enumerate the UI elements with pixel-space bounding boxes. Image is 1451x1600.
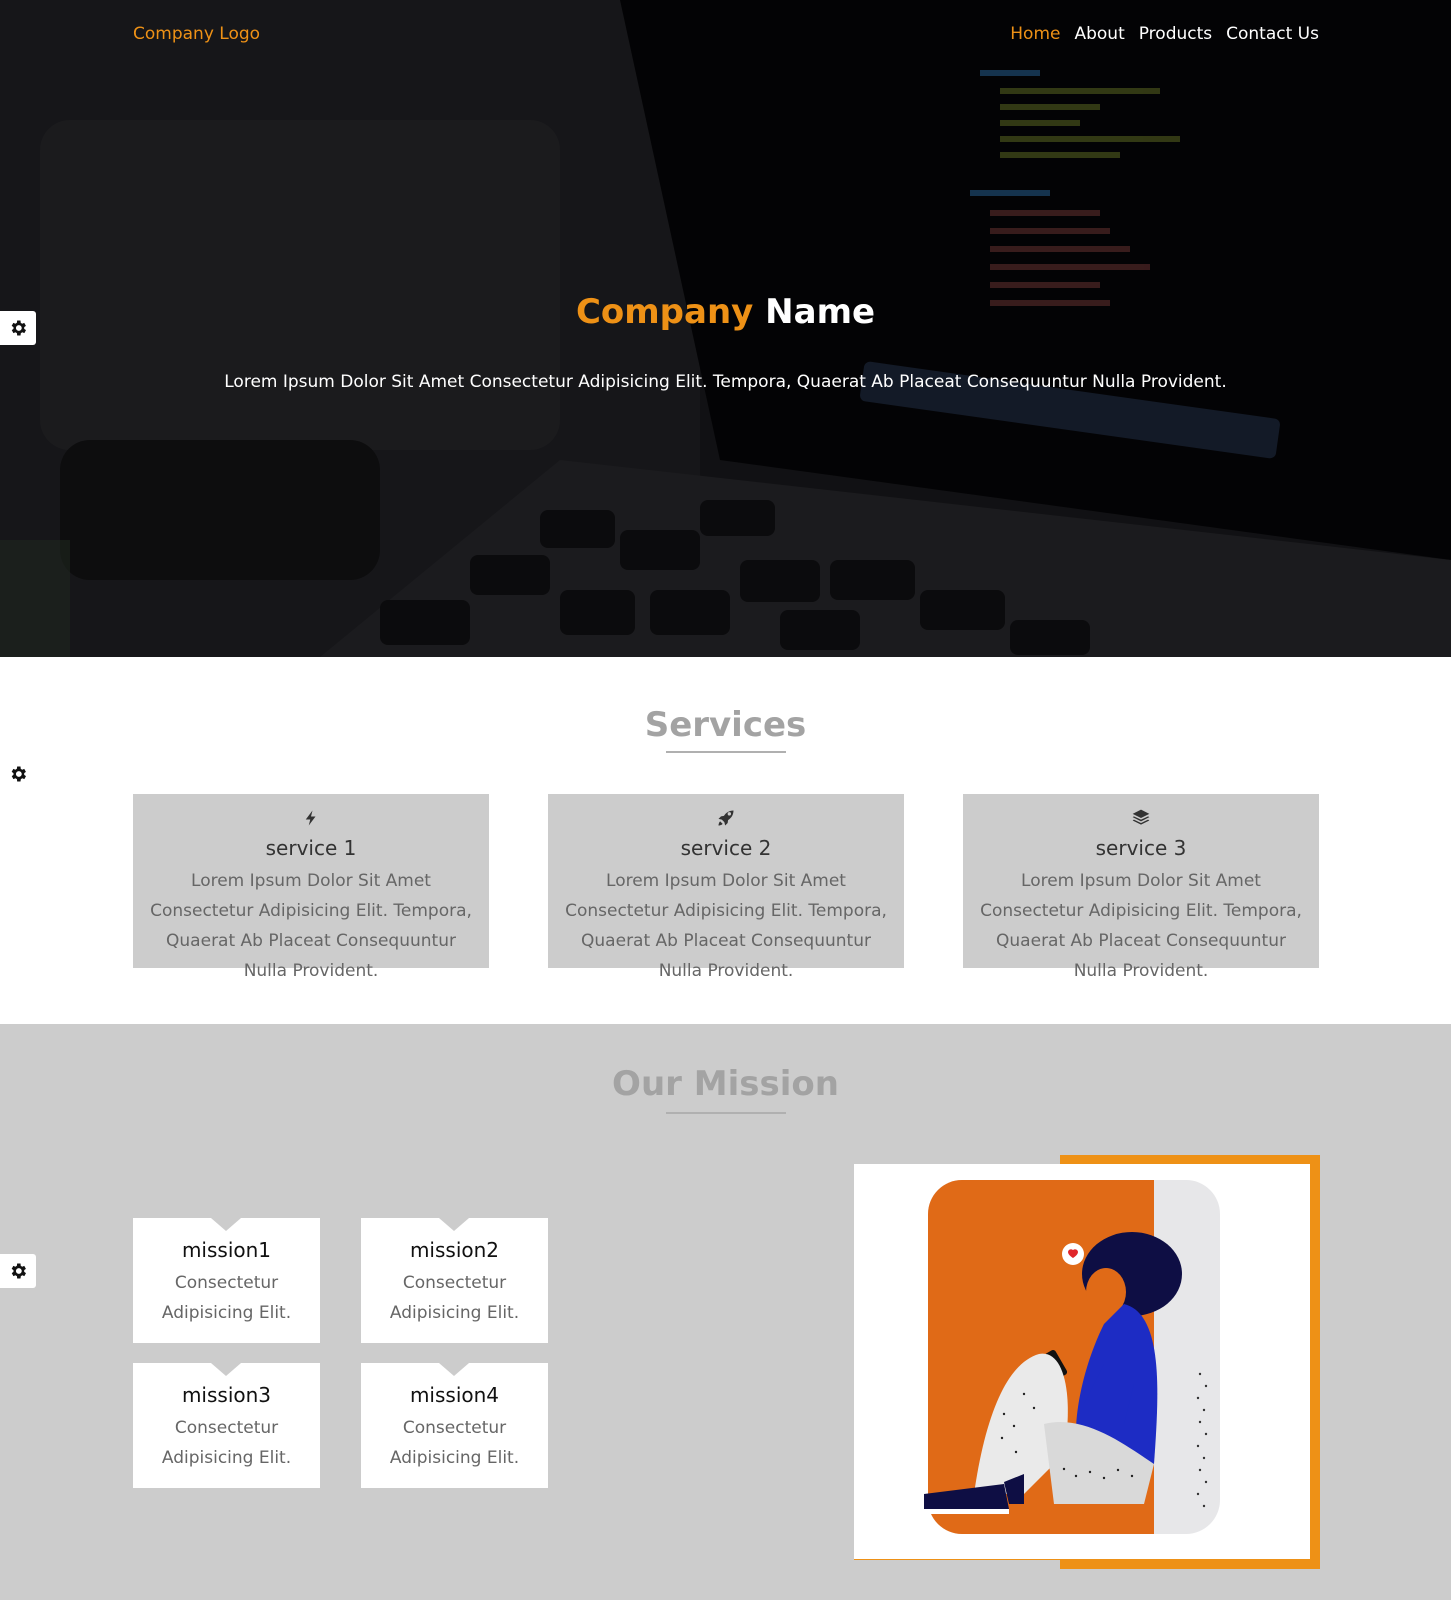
service-description: Lorem Ipsum Dolor Sit Amet Consectetur A…: [980, 871, 1302, 981]
mission-title: mission3: [181, 1383, 272, 1407]
mission-title: Our Mission: [612, 1064, 839, 1104]
mission-title: mission1: [181, 1238, 272, 1262]
service-description: Lorem Ipsum Dolor Sit Amet Consectetur A…: [565, 871, 887, 981]
gear-icon: [11, 320, 27, 336]
mission-card-3: mission3 Consectetur Adipisicing Elit.: [133, 1363, 320, 1488]
hero-title-accent: Company: [575, 292, 754, 332]
mission-description: Consectetur Adipisicing Elit.: [389, 1273, 520, 1323]
service-title: service 2: [680, 836, 772, 860]
mission-title: mission2: [409, 1238, 500, 1262]
mission-illustration: [854, 1164, 1310, 1559]
service-description: Lorem Ipsum Dolor Sit Amet Consectetur A…: [150, 871, 472, 981]
mission-title: mission4: [409, 1383, 500, 1407]
hero-title-main: Name: [765, 292, 876, 332]
mission-description: Consectetur Adipisicing Elit.: [161, 1418, 292, 1468]
bolt-icon: [305, 810, 316, 826]
mission-card-1: mission1 Consectetur Adipisicing Elit.: [133, 1218, 320, 1343]
mission-card-4: mission4 Consectetur Adipisicing Elit.: [361, 1363, 548, 1488]
settings-gear-button[interactable]: [0, 1254, 36, 1288]
nav-home[interactable]: Home: [1010, 24, 1060, 44]
service-title: service 3: [1095, 836, 1187, 860]
gear-icon: [11, 766, 27, 782]
rocket-icon: [718, 810, 734, 826]
service-card-3: service 3 Lorem Ipsum Dolor Sit Amet Con…: [963, 794, 1319, 981]
services-title: Services: [644, 705, 807, 745]
nav-products[interactable]: Products: [1139, 24, 1212, 44]
service-card-2: service 2 Lorem Ipsum Dolor Sit Amet Con…: [548, 794, 904, 981]
hero-title: Company Name: [0, 292, 1451, 332]
services-section: Services service 1 Lorem Ipsum Dolor Sit…: [0, 657, 1451, 1024]
person-with-phone-illustration: [854, 1164, 1310, 1559]
layers-icon: [1132, 809, 1150, 825]
mission-card-2: mission2 Consectetur Adipisicing Elit.: [361, 1218, 548, 1343]
mission-title-underline: [666, 1112, 786, 1114]
settings-gear-button[interactable]: [0, 757, 36, 791]
mission-description: Consectetur Adipisicing Elit.: [389, 1418, 520, 1468]
nav-about[interactable]: About: [1074, 24, 1124, 44]
hero-subtitle: Lorem Ipsum Dolor Sit Amet Consectetur A…: [224, 372, 1227, 392]
main-nav: Home About Products Contact Us: [1010, 24, 1319, 44]
gear-icon: [11, 1263, 27, 1279]
settings-gear-button[interactable]: [0, 311, 36, 345]
service-card-1: service 1 Lorem Ipsum Dolor Sit Amet Con…: [133, 794, 489, 981]
services-title-underline: [666, 751, 786, 753]
service-title: service 1: [265, 836, 357, 860]
nav-contact-us[interactable]: Contact Us: [1226, 24, 1319, 44]
hero-section: Company Logo Home About Products Contact…: [0, 0, 1451, 657]
company-logo[interactable]: Company Logo: [133, 24, 260, 44]
mission-description: Consectetur Adipisicing Elit.: [161, 1273, 292, 1323]
